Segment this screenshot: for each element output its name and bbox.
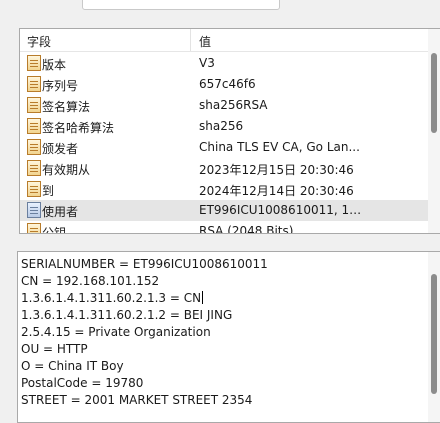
field-name: 版本 bbox=[42, 58, 67, 72]
scrollbar-thumb[interactable] bbox=[431, 274, 437, 394]
detail-line: 2.5.4.15 = Private Organization bbox=[21, 325, 211, 339]
field-value: 2024年12月14日 20:30:46 bbox=[199, 184, 354, 198]
certificate-fields-list[interactable]: 字段 值 版本 V3 序列号 657c46f6 签名算法 sha256RSA 签… bbox=[19, 28, 440, 234]
field-row-subject[interactable]: 使用者 ET996ICU1008610011, 19... bbox=[20, 200, 428, 221]
field-value: RSA (2048 Bits) bbox=[199, 224, 294, 234]
field-name: 签名哈希算法 bbox=[42, 121, 115, 135]
top-toolbar bbox=[0, 0, 440, 20]
detail-line: STREET = 2001 MARKET STREET 2354 bbox=[21, 393, 253, 407]
field-value: China TLS EV CA, Go Lan... bbox=[199, 140, 360, 154]
field-row-signature-hash-algorithm[interactable]: 签名哈希算法 sha256 bbox=[20, 116, 428, 137]
detail-line: CN = 192.168.101.152 bbox=[21, 274, 160, 288]
field-name: 有效期从 bbox=[42, 163, 91, 177]
field-name: 序列号 bbox=[42, 79, 79, 93]
detail-line: 1.3.6.1.4.1.311.60.2.1.2 = BEI JING bbox=[21, 308, 233, 322]
certificate-field-icon bbox=[27, 202, 41, 218]
certificate-field-icon bbox=[27, 97, 41, 113]
field-row-public-key[interactable]: 公钥 RSA (2048 Bits) bbox=[20, 221, 428, 234]
text-caret bbox=[202, 291, 204, 304]
fields-scrollbar[interactable] bbox=[428, 29, 440, 233]
field-rows: 版本 V3 序列号 657c46f6 签名算法 sha256RSA 签名哈希算法… bbox=[20, 53, 428, 234]
certificate-field-icon bbox=[27, 55, 41, 71]
detail-line: O = China IT Boy bbox=[21, 359, 124, 373]
certificate-field-icon bbox=[27, 118, 41, 134]
field-row-valid-to[interactable]: 到 2024年12月14日 20:30:46 bbox=[20, 179, 428, 200]
detail-line: 1.3.6.1.4.1.311.60.2.1.3 = CN bbox=[21, 290, 268, 307]
column-header-value[interactable]: 值 bbox=[199, 33, 211, 50]
certificate-field-icon bbox=[27, 160, 41, 176]
certificate-field-icon bbox=[27, 181, 41, 197]
field-name: 到 bbox=[42, 184, 55, 198]
detail-line: OU = HTTP bbox=[21, 342, 88, 356]
field-row-signature-algorithm[interactable]: 签名算法 sha256RSA bbox=[20, 95, 428, 116]
field-name: 签名算法 bbox=[42, 100, 91, 114]
field-value: V3 bbox=[199, 56, 215, 70]
field-value: sha256 bbox=[199, 119, 244, 133]
field-value: 2023年12月15日 20:30:46 bbox=[199, 163, 354, 177]
field-name: 公钥 bbox=[42, 226, 67, 234]
certificate-field-icon bbox=[27, 76, 41, 92]
field-row-valid-from[interactable]: 有效期从 2023年12月15日 20:30:46 bbox=[20, 158, 428, 179]
field-row-version[interactable]: 版本 V3 bbox=[20, 53, 428, 74]
field-name: 颁发者 bbox=[42, 142, 79, 156]
field-value: 657c46f6 bbox=[199, 77, 256, 91]
show-fields-dropdown[interactable] bbox=[82, 0, 280, 10]
scrollbar-thumb[interactable] bbox=[431, 53, 437, 133]
column-divider[interactable] bbox=[190, 29, 191, 51]
field-detail-textbox[interactable]: SERIALNUMBER = ET996ICU1008610011 CN = 1… bbox=[17, 251, 440, 423]
detail-line: PostalCode = 19780 bbox=[21, 376, 144, 390]
list-header: 字段 值 bbox=[20, 29, 428, 52]
detail-scrollbar[interactable] bbox=[428, 252, 440, 422]
field-row-serial-number[interactable]: 序列号 657c46f6 bbox=[20, 74, 428, 95]
certificate-field-icon bbox=[27, 223, 41, 233]
field-value: sha256RSA bbox=[199, 98, 268, 112]
field-row-issuer[interactable]: 颁发者 China TLS EV CA, Go Lan... bbox=[20, 137, 428, 158]
detail-line: SERIALNUMBER = ET996ICU1008610011 bbox=[21, 257, 268, 271]
detail-line-text: 1.3.6.1.4.1.311.60.2.1.3 = CN bbox=[21, 291, 202, 305]
certificate-field-icon bbox=[27, 139, 41, 155]
column-header-field[interactable]: 字段 bbox=[27, 33, 51, 50]
field-value: ET996ICU1008610011, 19... bbox=[199, 203, 364, 217]
field-name: 使用者 bbox=[42, 205, 79, 219]
